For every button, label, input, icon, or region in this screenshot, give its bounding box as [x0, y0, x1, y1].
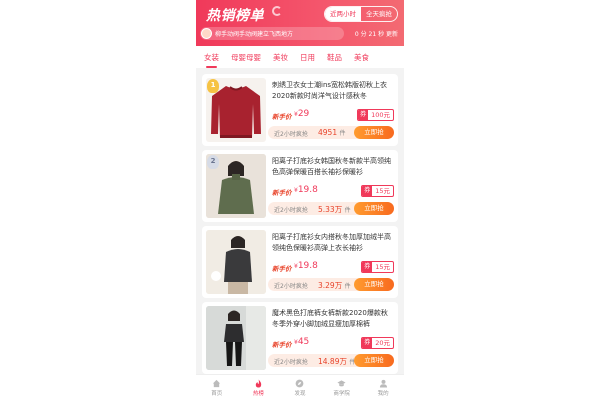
tab-shoes[interactable]: 鞋品: [327, 52, 342, 63]
user-icon: [379, 379, 387, 388]
category-tabs: 女装 母婴母婴 美妆 日用 鞋品 美食: [196, 46, 404, 68]
tab-food[interactable]: 美食: [354, 52, 369, 63]
product-price: ¥19.8: [294, 261, 318, 271]
product-title: 魔术黑色打底裤女裤新款2020爆款秋冬季外穿小脚加绒显瘦加厚棉裤: [272, 309, 388, 328]
newbie-price-tag: 新手价: [272, 189, 292, 197]
tab-daily[interactable]: 日用: [300, 52, 315, 63]
nav-academy[interactable]: 商学院: [321, 375, 363, 400]
compass-icon: [296, 379, 304, 387]
model-black-pants-image: [206, 306, 266, 370]
product-card[interactable]: 2 阳离子打底衫女韩国秋冬新款半高领纯色高弹保暖百搭长袖衫保暖衫 新手价 ¥19…: [202, 150, 398, 222]
newbie-price-tag: 新手价: [272, 265, 292, 273]
model-dark-top-image: [206, 230, 266, 294]
coupon-badge: 券 15元: [361, 261, 394, 273]
avatar: [201, 28, 212, 39]
graduation-cap-icon: [337, 379, 346, 386]
nav-hot-list[interactable]: 热榜: [238, 375, 280, 400]
nav-discover[interactable]: 发现: [279, 375, 321, 400]
product-title: 刺绣卫衣女士潮ins宽松韩版初秋上衣2020新款时尚洋气设计感秋冬: [272, 81, 388, 100]
header: 热销榜单 近两小时 全天疯抢 柳手动阀手动阀建立飞西地方 0 分 21 秒 更新: [196, 0, 404, 46]
app-screen: 热销榜单 近两小时 全天疯抢 柳手动阀手动阀建立飞西地方 0 分 21 秒 更新…: [196, 0, 404, 400]
product-price: ¥45: [294, 337, 310, 347]
product-title: 阳离子打底衫女韩国秋冬新款半高领纯色高弹保暖百搭长袖衫保暖衫: [272, 157, 391, 176]
product-image: [206, 306, 266, 370]
product-card[interactable]: 1 刺绣卫衣女士潮ins宽松韩版初秋上衣2020新款时尚洋气设计感秋冬 新手价 …: [202, 74, 398, 146]
ticker-text: 柳手动阀手动阀建立飞西地方: [215, 31, 294, 38]
newbie-price-tag: 新手价: [272, 113, 292, 121]
product-image: 2: [206, 154, 266, 218]
page-title: 热销榜单: [206, 8, 264, 24]
rank-badge: 2: [207, 155, 219, 169]
product-price: ¥19.8: [294, 185, 318, 195]
buy-button[interactable]: 立即抢: [354, 126, 394, 139]
newbie-price-tag: 新手价: [272, 341, 292, 349]
rank-badge: 1: [207, 79, 219, 93]
product-card[interactable]: 阳离子打底衫女内搭秋冬加厚加绒半高领纯色保暖衫高弹上衣长袖衫 新手价 ¥19.8…: [202, 226, 398, 298]
tab-beauty[interactable]: 美妆: [273, 52, 288, 63]
sales-bar: 近2小时疯抢 4951 件 立即抢: [268, 126, 394, 139]
tab-women[interactable]: 女装: [204, 52, 219, 68]
flame-icon: [255, 378, 262, 388]
home-icon: [213, 379, 221, 387]
buy-button[interactable]: 立即抢: [354, 202, 394, 215]
tab-mother-baby[interactable]: 母婴母婴: [231, 52, 261, 63]
bottom-nav: 首页 热榜 发现 商学院 我的: [196, 374, 404, 400]
sales-bar: 近2小时疯抢 5.33万 件 立即抢: [268, 202, 394, 215]
time-range-switch: 近两小时 全天疯抢: [324, 6, 398, 22]
buy-button[interactable]: 立即抢: [354, 354, 394, 367]
product-price: ¥29: [294, 109, 310, 119]
segment-all-day[interactable]: 全天疯抢: [361, 7, 397, 21]
coupon-badge: 券 20元: [361, 337, 394, 349]
sales-bar: 近2小时疯抢 3.29万 件 立即抢: [268, 278, 394, 291]
sales-bar: 近2小时疯抢 14.89万 件 立即抢: [268, 354, 394, 367]
product-image: 1: [206, 78, 266, 142]
flame-icon: [272, 6, 282, 16]
purchase-ticker: 柳手动阀手动阀建立飞西地方: [200, 27, 344, 40]
product-image: [206, 230, 266, 294]
segment-two-hours[interactable]: 近两小时: [325, 7, 361, 21]
product-title: 阳离子打底衫女内搭秋冬加厚加绒半高领纯色保暖衫高弹上衣长袖衫: [272, 233, 391, 252]
nav-mine[interactable]: 我的: [362, 375, 404, 400]
update-countdown: 0 分 21 秒 更新: [354, 31, 398, 38]
product-card[interactable]: 魔术黑色打底裤女裤新款2020爆款秋冬季外穿小脚加绒显瘦加厚棉裤 新手价 ¥45…: [202, 302, 398, 374]
buy-button[interactable]: 立即抢: [354, 278, 394, 291]
nav-home[interactable]: 首页: [196, 375, 238, 400]
coupon-badge: 券 100元: [357, 109, 394, 121]
coupon-badge: 券 15元: [361, 185, 394, 197]
